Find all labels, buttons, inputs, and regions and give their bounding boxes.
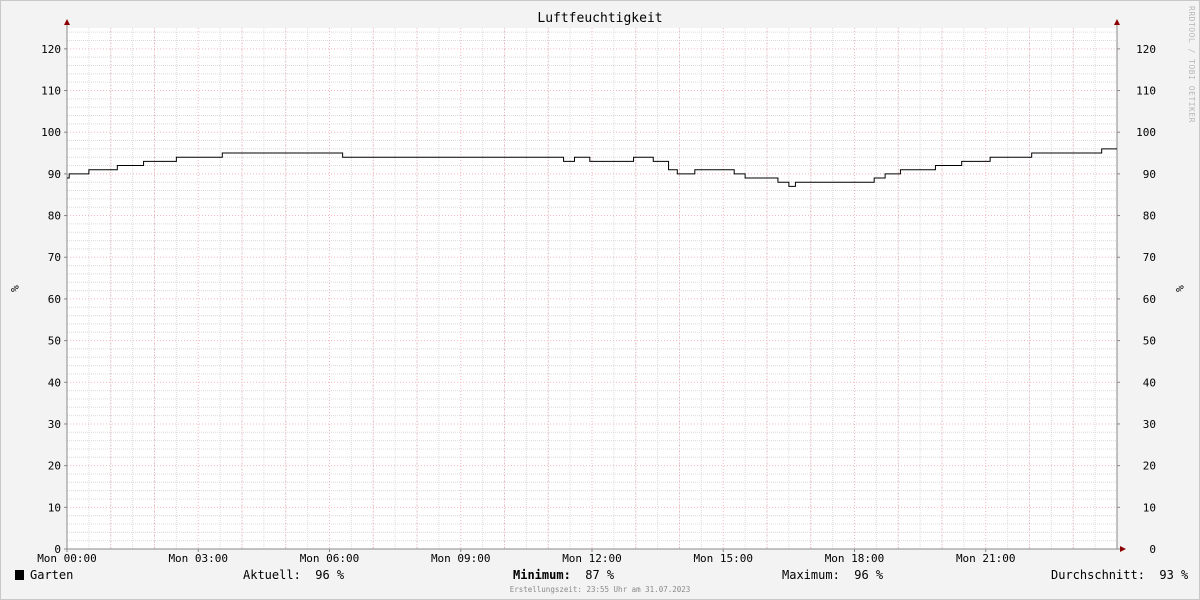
legend-series: Garten [15,568,73,582]
y-tick-label-left: 120 [41,43,61,56]
legend-series-name: Garten [30,568,74,582]
generation-timestamp: Erstellungszeit: 23:55 Uhr am 31.07.2023 [509,585,691,594]
x-tick-label: Mon 06:00 [300,552,360,565]
y-tick-label-right: 100 [1136,126,1156,139]
y-axis-label-right: % [1173,285,1186,292]
y-tick-label-right: 20 [1143,460,1156,473]
legend-current: Aktuell: 96 % [243,568,344,582]
y-tick-label-right: 80 [1143,210,1156,223]
y-axis-label-left: % [8,285,21,292]
legend-max-value: 96 % [854,568,884,582]
chart-svg: 0102030405060708090100110120% 0102030405… [8,19,1186,565]
x-axis-arrow [1120,546,1126,552]
y-tick-label-right: 40 [1143,376,1156,389]
x-tick-label: Mon 12:00 [562,552,622,565]
legend-current-value: 96 % [315,568,345,582]
y-axis-arrow-left [64,19,70,25]
y-tick-label-right: 30 [1143,418,1156,431]
legend-current-label: Aktuell: [243,568,301,582]
legend-minimum: Minimum: 87 % [513,568,614,582]
x-tick-label: Mon 09:00 [431,552,491,565]
y-axis-arrow-right [1114,19,1120,25]
legend-swatch [15,570,24,580]
legend-maximum: Maximum: 96 % [782,568,883,582]
y-tick-label-left: 50 [48,335,61,348]
legend-min-label: Minimum: [513,568,571,582]
x-tick-label: Mon 00:00 [37,552,97,565]
legend-average: Durchschnitt: 93 % [1051,568,1188,582]
x-tick-label: Mon 15:00 [693,552,753,565]
y-tick-label-right: 110 [1136,85,1156,98]
y-tick-label-left: 60 [48,293,61,306]
y-tick-label-right: 120 [1136,43,1156,56]
y-tick-label-left: 20 [48,460,61,473]
x-tick-label: Mon 18:00 [825,552,885,565]
legend-avg-value: 93 % [1159,568,1189,582]
y-tick-label-right: 50 [1143,335,1156,348]
y-tick-label-left: 10 [48,501,61,514]
y-tick-label-right: 10 [1143,501,1156,514]
legend-avg-label: Durchschnitt: [1051,568,1145,582]
x-tick-label: Mon 21:00 [956,552,1016,565]
y-tick-label-left: 70 [48,251,61,264]
legend-min-value: 87 % [585,568,615,582]
x-tick-label: Mon 03:00 [168,552,228,565]
legend-max-label: Maximum: [782,568,840,582]
y-tick-label-right: 90 [1143,168,1156,181]
y-tick-label-left: 30 [48,418,61,431]
y-tick-label-right: 70 [1143,251,1156,264]
y-tick-label-left: 110 [41,85,61,98]
y-tick-label-right: 60 [1143,293,1156,306]
y-tick-label-left: 100 [41,126,61,139]
y-tick-label-left: 90 [48,168,61,181]
y-tick-label-right: 0 [1149,543,1156,556]
y-tick-label-left: 80 [48,210,61,223]
y-tick-label-left: 40 [48,376,61,389]
